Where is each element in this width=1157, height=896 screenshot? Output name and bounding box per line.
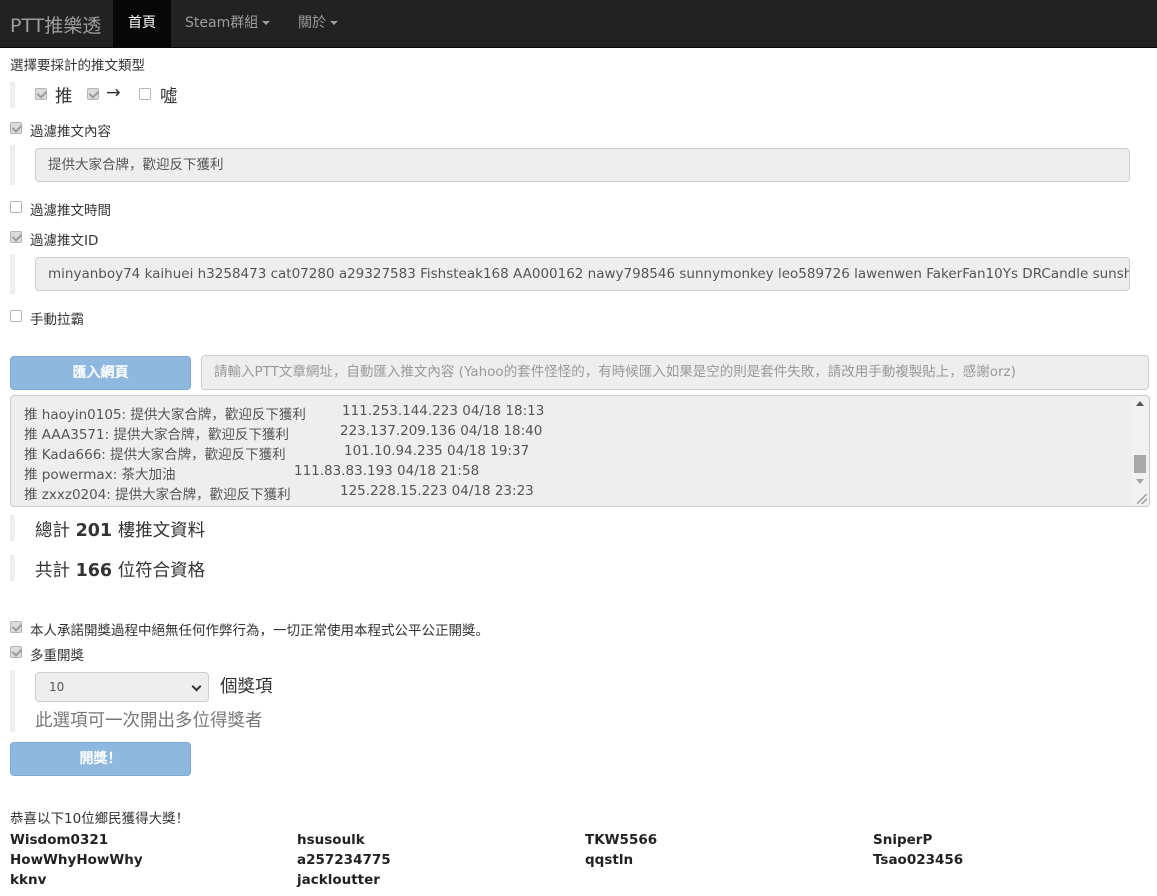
nav-home[interactable]: 首頁: [113, 0, 171, 48]
prize-unit-label: 個獎項: [220, 677, 273, 697]
push-checkbox[interactable]: [35, 88, 47, 100]
comment-meta: 111.83.83.193 04/18 21:58: [294, 463, 480, 479]
comment-line: 推 zxxz0204: 提供大家合牌，歡迎反下獲利: [24, 487, 291, 503]
arrow-checkbox[interactable]: [87, 88, 99, 100]
results-heading: 恭喜以下10位鄉民獲得大獎！: [10, 811, 190, 827]
winner-name: kknv: [10, 872, 47, 888]
qualified-suffix: 位符合資格: [117, 561, 206, 581]
qualified-count: 166: [75, 561, 113, 581]
draw-button[interactable]: 開獎！: [10, 742, 191, 776]
qualified-prefix: 共計: [35, 561, 70, 581]
filter-time-checkbox[interactable]: [10, 201, 22, 213]
blockquote-bar: [10, 670, 15, 732]
manual-checkbox[interactable]: [10, 310, 22, 322]
navbar: PTT推樂透 首頁 Steam群組 關於: [0, 0, 1157, 48]
filter-content-checkbox[interactable]: [10, 122, 22, 134]
filter-content-input[interactable]: 提供大家合牌，歡迎反下獲利: [35, 148, 1130, 182]
winner-name: qqstln: [585, 852, 634, 868]
scroll-down-icon[interactable]: [1136, 479, 1144, 484]
nav-steam-dropdown[interactable]: Steam群組: [170, 0, 285, 48]
prize-count-select[interactable]: 10: [35, 672, 209, 702]
winner-name: Tsao023456: [873, 852, 964, 868]
comment-line: 推 Kada666: 提供大家合牌，歡迎反下獲利: [24, 447, 286, 463]
filter-time-label: 過濾推文時間: [30, 203, 111, 219]
multi-draw-label: 多重開獎: [30, 648, 84, 664]
multi-draw-checkbox[interactable]: [10, 646, 22, 658]
prize-count-value: 10: [49, 680, 65, 694]
total-suffix: 樓推文資料: [117, 521, 206, 541]
boo-type-label: 噓: [160, 87, 178, 107]
filter-id-label: 過濾推文ID: [30, 233, 99, 249]
filter-id-checkbox[interactable]: [10, 231, 22, 243]
chevron-down-icon: [191, 681, 202, 692]
nav-about-label: 關於: [298, 15, 326, 31]
chevron-down-icon: [330, 21, 338, 25]
chevron-down-icon: [262, 21, 271, 25]
url-input[interactable]: 請輸入PTT文章網址，自動匯入推文內容 (Yahoo的套件怪怪的，有時候匯入如果…: [201, 355, 1149, 390]
qualified-count-text: 共計 166 位符合資格: [35, 557, 205, 582]
nav-steam-label: Steam群組: [185, 15, 259, 31]
comment-meta: 125.228.15.223 04/18 23:23: [340, 483, 534, 499]
total-prefix: 總計: [35, 521, 70, 541]
winner-name: TKW5566: [585, 832, 658, 848]
total-count-text: 總計 201 樓推文資料: [35, 517, 205, 542]
comments-textarea[interactable]: 推 haoyin0105: 提供大家合牌，歡迎反下獲利 111.253.144.…: [10, 395, 1150, 507]
import-button[interactable]: 匯入網頁: [10, 356, 191, 390]
filter-id-input[interactable]: minyanboy74 kaihuei h3258473 cat07280 a2…: [35, 257, 1130, 291]
scrollbar[interactable]: [1132, 397, 1148, 505]
winner-name: a257234775: [297, 852, 391, 868]
winner-name: jackloutter: [297, 872, 380, 888]
comment-meta: 111.253.144.223 04/18 18:13: [342, 403, 545, 419]
blockquote-bar: [10, 145, 15, 185]
choose-type-label: 選擇要採計的推文類型: [10, 58, 145, 74]
promise-checkbox[interactable]: [10, 621, 22, 633]
arrow-type-label: →: [106, 83, 121, 103]
winner-name: SniperP: [873, 832, 933, 848]
scroll-thumb[interactable]: [1134, 455, 1146, 473]
scroll-up-icon[interactable]: [1136, 401, 1144, 406]
winner-name: hsusoulk: [297, 832, 365, 848]
comment-meta: 223.137.209.136 04/18 18:40: [340, 423, 543, 439]
push-type-label: 推: [55, 87, 73, 107]
nav-about-dropdown[interactable]: 關於: [283, 0, 353, 48]
blockquote-bar: [10, 515, 15, 541]
comment-meta: 101.10.94.235 04/18 19:37: [344, 443, 530, 459]
promise-label: 本人承諾開獎過程中絕無任何作弊行為，一切正常使用本程式公平公正開獎。: [30, 623, 489, 639]
filter-content-label: 過濾推文內容: [30, 124, 111, 140]
winner-name: HowWhyHowWhy: [10, 852, 143, 868]
blockquote-bar: [10, 254, 15, 294]
resize-handle-icon[interactable]: [1137, 494, 1147, 504]
comment-line: 推 powermax: 茶大加油: [24, 467, 176, 483]
multi-hint-text: 此選項可一次開出多位得獎者: [35, 711, 263, 731]
blockquote-bar: [10, 555, 15, 581]
blockquote-bar: [10, 82, 15, 108]
comment-line: 推 haoyin0105: 提供大家合牌，歡迎反下獲利: [24, 407, 306, 423]
winner-name: Wisdom0321: [10, 832, 109, 848]
brand-logo[interactable]: PTT推樂透: [10, 11, 101, 38]
boo-checkbox[interactable]: [139, 88, 151, 100]
comment-line: 推 AAA3571: 提供大家合牌，歡迎反下獲利: [24, 427, 289, 443]
total-count: 201: [75, 521, 113, 541]
manual-label: 手動拉霸: [30, 312, 84, 328]
